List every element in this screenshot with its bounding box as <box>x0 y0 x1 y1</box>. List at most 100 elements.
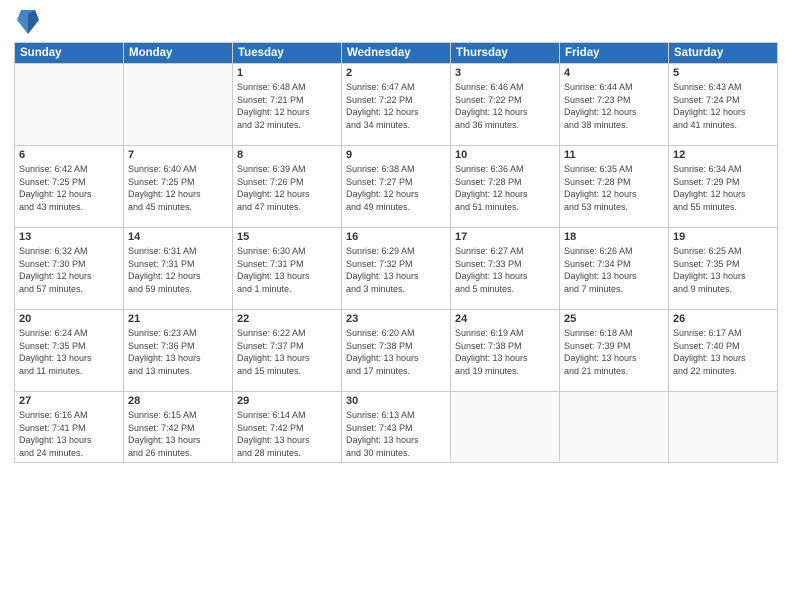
day-number: 28 <box>128 395 228 407</box>
weekday-tuesday: Tuesday <box>233 43 342 64</box>
weekday-sunday: Sunday <box>15 43 124 64</box>
day-number: 25 <box>564 313 664 325</box>
calendar-cell: 28 Sunrise: 6:15 AMSunset: 7:42 PMDayligh… <box>124 392 233 463</box>
weekday-header-row: SundayMondayTuesdayWednesdayThursdayFrid… <box>15 43 778 64</box>
day-number: 1 <box>237 67 337 79</box>
day-info: Sunrise: 6:43 AMSunset: 7:24 PMDaylight:… <box>673 81 773 131</box>
day-info: Sunrise: 6:18 AMSunset: 7:39 PMDaylight:… <box>564 327 664 377</box>
calendar-cell: 6 Sunrise: 6:42 AMSunset: 7:25 PMDaylight… <box>15 146 124 228</box>
day-info: Sunrise: 6:30 AMSunset: 7:31 PMDaylight:… <box>237 245 337 295</box>
day-info: Sunrise: 6:19 AMSunset: 7:38 PMDaylight:… <box>455 327 555 377</box>
calendar-cell: 21Sunrise: 6:23 AMSunset: 7:36 PMDayligh… <box>124 310 233 392</box>
day-info: Sunrise: 6:31 AMSunset: 7:31 PMDaylight:… <box>128 245 228 295</box>
week-row-5: 27 Sunrise: 6:16 AMSunset: 7:41 PMDayligh… <box>15 392 778 463</box>
week-row-1: 1 Sunrise: 6:48 AMSunset: 7:21 PMDaylight… <box>15 64 778 146</box>
calendar-cell: 29 Sunrise: 6:14 AMSunset: 7:42 PMDayligh… <box>233 392 342 463</box>
calendar-cell: 22 Sunrise: 6:22 AMSunset: 7:37 PMDayligh… <box>233 310 342 392</box>
calendar-cell: 12Sunrise: 6:34 AMSunset: 7:29 PMDayligh… <box>669 146 778 228</box>
day-info: Sunrise: 6:15 AMSunset: 7:42 PMDaylight:… <box>128 409 228 459</box>
calendar-cell: 3 Sunrise: 6:46 AMSunset: 7:22 PMDaylight… <box>451 64 560 146</box>
day-info: Sunrise: 6:17 AMSunset: 7:40 PMDaylight:… <box>673 327 773 377</box>
day-info: Sunrise: 6:38 AMSunset: 7:27 PMDaylight:… <box>346 163 446 213</box>
calendar-cell: 9 Sunrise: 6:38 AMSunset: 7:27 PMDaylight… <box>342 146 451 228</box>
calendar-cell: 11 Sunrise: 6:35 AMSunset: 7:28 PMDayligh… <box>560 146 669 228</box>
day-info: Sunrise: 6:25 AMSunset: 7:35 PMDaylight:… <box>673 245 773 295</box>
day-number: 27 <box>19 395 119 407</box>
calendar-cell: 24 Sunrise: 6:19 AMSunset: 7:38 PMDayligh… <box>451 310 560 392</box>
day-info: Sunrise: 6:16 AMSunset: 7:41 PMDaylight:… <box>19 409 119 459</box>
day-number: 2 <box>346 67 446 79</box>
day-info: Sunrise: 6:35 AMSunset: 7:28 PMDaylight:… <box>564 163 664 213</box>
calendar-cell: 26 Sunrise: 6:17 AMSunset: 7:40 PMDayligh… <box>669 310 778 392</box>
day-number: 6 <box>19 149 119 161</box>
calendar-cell: 15 Sunrise: 6:30 AMSunset: 7:31 PMDayligh… <box>233 228 342 310</box>
calendar-cell: 17Sunrise: 6:27 AMSunset: 7:33 PMDayligh… <box>451 228 560 310</box>
weekday-saturday: Saturday <box>669 43 778 64</box>
day-info: Sunrise: 6:13 AMSunset: 7:43 PMDaylight:… <box>346 409 446 459</box>
day-info: Sunrise: 6:46 AMSunset: 7:22 PMDaylight:… <box>455 81 555 131</box>
calendar-cell: 14 Sunrise: 6:31 AMSunset: 7:31 PMDayligh… <box>124 228 233 310</box>
day-info: Sunrise: 6:47 AMSunset: 7:22 PMDaylight:… <box>346 81 446 131</box>
calendar-cell <box>669 392 778 463</box>
calendar-cell <box>451 392 560 463</box>
day-info: Sunrise: 6:22 AMSunset: 7:37 PMDaylight:… <box>237 327 337 377</box>
day-number: 9 <box>346 149 446 161</box>
day-number: 17 <box>455 231 555 243</box>
day-number: 10 <box>455 149 555 161</box>
day-number: 30 <box>346 395 446 407</box>
day-info: Sunrise: 6:39 AMSunset: 7:26 PMDaylight:… <box>237 163 337 213</box>
calendar-cell: 27 Sunrise: 6:16 AMSunset: 7:41 PMDayligh… <box>15 392 124 463</box>
calendar-cell: 30 Sunrise: 6:13 AMSunset: 7:43 PMDayligh… <box>342 392 451 463</box>
day-number: 8 <box>237 149 337 161</box>
calendar-cell: 19Sunrise: 6:25 AMSunset: 7:35 PMDayligh… <box>669 228 778 310</box>
day-info: Sunrise: 6:48 AMSunset: 7:21 PMDaylight:… <box>237 81 337 131</box>
calendar-cell <box>560 392 669 463</box>
day-info: Sunrise: 6:24 AMSunset: 7:35 PMDaylight:… <box>19 327 119 377</box>
day-info: Sunrise: 6:44 AMSunset: 7:23 PMDaylight:… <box>564 81 664 131</box>
weekday-wednesday: Wednesday <box>342 43 451 64</box>
page: SundayMondayTuesdayWednesdayThursdayFrid… <box>0 0 792 612</box>
day-number: 7 <box>128 149 228 161</box>
logo <box>14 10 39 34</box>
day-number: 15 <box>237 231 337 243</box>
day-number: 29 <box>237 395 337 407</box>
day-info: Sunrise: 6:29 AMSunset: 7:32 PMDaylight:… <box>346 245 446 295</box>
calendar-cell: 13 Sunrise: 6:32 AMSunset: 7:30 PMDayligh… <box>15 228 124 310</box>
calendar-cell: 1 Sunrise: 6:48 AMSunset: 7:21 PMDaylight… <box>233 64 342 146</box>
day-number: 11 <box>564 149 664 161</box>
day-info: Sunrise: 6:23 AMSunset: 7:36 PMDaylight:… <box>128 327 228 377</box>
calendar-cell: 16 Sunrise: 6:29 AMSunset: 7:32 PMDayligh… <box>342 228 451 310</box>
header <box>14 10 778 34</box>
calendar-cell <box>124 64 233 146</box>
day-number: 18 <box>564 231 664 243</box>
day-info: Sunrise: 6:40 AMSunset: 7:25 PMDaylight:… <box>128 163 228 213</box>
day-number: 14 <box>128 231 228 243</box>
day-info: Sunrise: 6:36 AMSunset: 7:28 PMDaylight:… <box>455 163 555 213</box>
calendar-cell: 18Sunrise: 6:26 AMSunset: 7:34 PMDayligh… <box>560 228 669 310</box>
calendar-cell: 7 Sunrise: 6:40 AMSunset: 7:25 PMDaylight… <box>124 146 233 228</box>
week-row-4: 20Sunrise: 6:24 AMSunset: 7:35 PMDayligh… <box>15 310 778 392</box>
calendar-cell: 23Sunrise: 6:20 AMSunset: 7:38 PMDayligh… <box>342 310 451 392</box>
day-info: Sunrise: 6:34 AMSunset: 7:29 PMDaylight:… <box>673 163 773 213</box>
day-number: 13 <box>19 231 119 243</box>
weekday-friday: Friday <box>560 43 669 64</box>
day-number: 16 <box>346 231 446 243</box>
calendar-cell: 5Sunrise: 6:43 AMSunset: 7:24 PMDaylight… <box>669 64 778 146</box>
logo-icon <box>17 6 39 34</box>
calendar-cell: 4 Sunrise: 6:44 AMSunset: 7:23 PMDaylight… <box>560 64 669 146</box>
calendar-table: SundayMondayTuesdayWednesdayThursdayFrid… <box>14 42 778 463</box>
calendar-cell: 10 Sunrise: 6:36 AMSunset: 7:28 PMDayligh… <box>451 146 560 228</box>
day-number: 3 <box>455 67 555 79</box>
day-info: Sunrise: 6:32 AMSunset: 7:30 PMDaylight:… <box>19 245 119 295</box>
day-number: 22 <box>237 313 337 325</box>
day-number: 24 <box>455 313 555 325</box>
calendar-cell: 2 Sunrise: 6:47 AMSunset: 7:22 PMDaylight… <box>342 64 451 146</box>
day-number: 4 <box>564 67 664 79</box>
day-info: Sunrise: 6:42 AMSunset: 7:25 PMDaylight:… <box>19 163 119 213</box>
day-info: Sunrise: 6:20 AMSunset: 7:38 PMDaylight:… <box>346 327 446 377</box>
calendar-cell: 25 Sunrise: 6:18 AMSunset: 7:39 PMDayligh… <box>560 310 669 392</box>
day-number: 26 <box>673 313 773 325</box>
day-info: Sunrise: 6:14 AMSunset: 7:42 PMDaylight:… <box>237 409 337 459</box>
week-row-2: 6 Sunrise: 6:42 AMSunset: 7:25 PMDaylight… <box>15 146 778 228</box>
weekday-thursday: Thursday <box>451 43 560 64</box>
